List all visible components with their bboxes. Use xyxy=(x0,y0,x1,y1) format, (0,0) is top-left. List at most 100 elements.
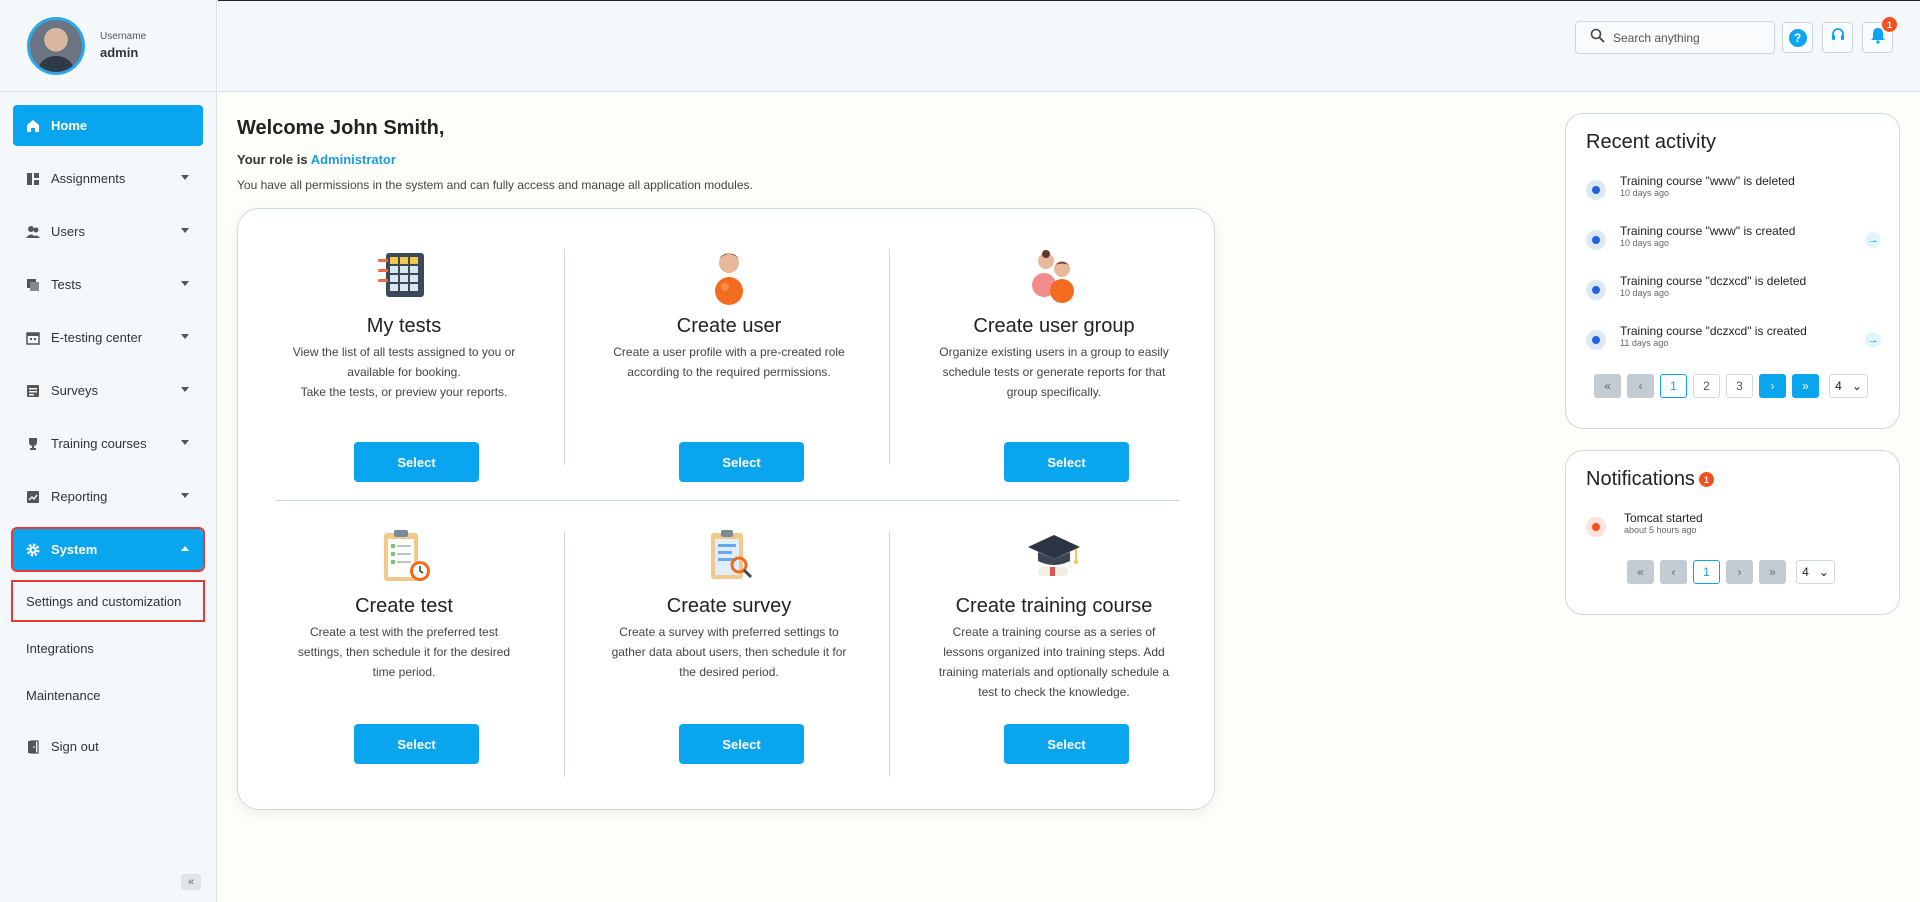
page-size-select[interactable]: 4 ⌄ xyxy=(1829,374,1868,398)
sidebar-item-training-courses[interactable]: Training courses xyxy=(13,423,203,464)
last-page-button[interactable]: » xyxy=(1759,560,1786,584)
divider xyxy=(564,249,565,465)
notification-item: Tomcat started about 5 hours ago xyxy=(1586,511,1881,551)
survey-clipboard-icon xyxy=(699,527,759,587)
arrow-right-icon[interactable]: → xyxy=(1865,232,1881,248)
card-description: View the list of all tests assigned to y… xyxy=(292,345,516,399)
clipboard-test-icon xyxy=(374,527,434,587)
sidebar-item-label: Training courses xyxy=(51,436,147,451)
gear-icon xyxy=(25,542,41,558)
card-description: Create a training course as a series of … xyxy=(938,625,1170,699)
card-create-test: Create test Create a test with the prefe… xyxy=(254,527,554,777)
sidebar-item-label: Users xyxy=(51,224,85,239)
next-page-button[interactable]: › xyxy=(1759,374,1786,398)
chevron-up-icon xyxy=(181,546,189,551)
search-box[interactable] xyxy=(1575,21,1775,54)
sidebar-item-label: Assignments xyxy=(51,171,126,186)
sidebar-item-reporting[interactable]: Reporting xyxy=(13,476,203,517)
permissions-text: You have all permissions in the system a… xyxy=(237,178,753,192)
select-create-training-course-button[interactable]: Select xyxy=(1004,724,1129,764)
select-create-test-button[interactable]: Select xyxy=(354,724,479,764)
reporting-icon xyxy=(25,489,41,505)
notification-count-badge: 1 xyxy=(1882,17,1897,32)
status-dot-icon xyxy=(1586,230,1606,250)
page-button[interactable]: 3 xyxy=(1726,374,1753,398)
select-create-user-button[interactable]: Select xyxy=(679,442,804,482)
activity-item: Training course "www" is deleted 10 days… xyxy=(1586,174,1881,214)
notifications-pagination: « ‹ 1 › » 4 ⌄ xyxy=(1627,560,1835,584)
card-create-survey: Create survey Create a survey with prefe… xyxy=(579,527,879,777)
sidebar-item-system[interactable]: System xyxy=(11,527,205,572)
card-title: Create user xyxy=(676,315,782,337)
select-create-survey-button[interactable]: Select xyxy=(679,724,804,764)
username-label: Username xyxy=(100,31,147,42)
calendar-icon xyxy=(25,330,41,346)
status-dot-icon xyxy=(1586,280,1606,300)
notifications-button[interactable]: 1 xyxy=(1862,17,1897,53)
card-description: Create a user profile with a pre-created… xyxy=(613,345,845,379)
subnav-maintenance[interactable]: Maintenance xyxy=(13,676,203,714)
notification-count-badge: 1 xyxy=(1698,472,1714,488)
double-chevron-left-icon: « xyxy=(187,876,195,888)
search-input[interactable] xyxy=(1613,30,1763,45)
role-line: Your role is Administrator xyxy=(237,152,396,167)
chevron-down-icon xyxy=(181,493,189,498)
sign-out-icon xyxy=(25,739,41,755)
card-title: Create user group xyxy=(973,315,1135,337)
chevron-down-icon xyxy=(181,175,189,180)
card-description: Create a survey with preferred settings … xyxy=(611,625,847,679)
sidebar-item-etesting-center[interactable]: E-testing center xyxy=(13,317,203,358)
card-create-user: Create user Create a user profile with a… xyxy=(579,247,879,482)
top-header: ? 1 xyxy=(218,0,1920,92)
sidebar-item-users[interactable]: Users xyxy=(13,211,203,252)
sidebar-item-home[interactable]: Home xyxy=(13,105,203,146)
sidebar-item-surveys[interactable]: Surveys xyxy=(13,370,203,411)
search-icon xyxy=(1590,28,1605,48)
card-title: Create survey xyxy=(666,595,792,617)
arrow-right-icon[interactable]: → xyxy=(1865,332,1881,348)
prev-page-button[interactable]: ‹ xyxy=(1627,374,1654,398)
collapse-sidebar-button[interactable]: « xyxy=(181,874,201,890)
chevron-down-icon xyxy=(181,281,189,286)
chevron-down-icon xyxy=(181,387,189,392)
user-profile[interactable]: Username admin xyxy=(0,0,216,92)
recent-pagination: « ‹ 1 2 3 › » 4 ⌄ xyxy=(1594,374,1868,398)
first-page-button[interactable]: « xyxy=(1594,374,1621,398)
first-page-button[interactable]: « xyxy=(1627,560,1654,584)
divider xyxy=(889,531,890,777)
card-title: My tests xyxy=(366,315,442,337)
last-page-button[interactable]: » xyxy=(1792,374,1819,398)
welcome-heading: Welcome John Smith, xyxy=(237,117,445,139)
activity-item: Training course "www" is created 10 days… xyxy=(1586,224,1881,264)
prev-page-button[interactable]: ‹ xyxy=(1660,560,1687,584)
activity-item: Training course "dczxcd" is created 11 d… xyxy=(1586,324,1881,364)
next-page-button[interactable]: › xyxy=(1726,560,1753,584)
sidebar-item-assignments[interactable]: Assignments xyxy=(13,158,203,199)
tests-icon xyxy=(25,277,41,293)
divider xyxy=(564,531,565,777)
sidebar: Username admin Home Assignments Users Te… xyxy=(0,0,217,902)
subnav-integrations[interactable]: Integrations xyxy=(13,629,203,667)
divider xyxy=(889,249,890,465)
notifications-panel: Notifications 1 Tomcat started about 5 ho… xyxy=(1565,450,1900,615)
status-dot-icon xyxy=(1586,517,1606,537)
home-icon xyxy=(25,118,41,134)
subnav-settings-customization[interactable]: Settings and customization xyxy=(11,580,205,622)
sidebar-item-tests[interactable]: Tests xyxy=(13,264,203,305)
activity-item: Training course "dczxcd" is deleted 10 d… xyxy=(1586,274,1881,314)
support-button[interactable] xyxy=(1822,22,1853,53)
page-button[interactable]: 1 xyxy=(1660,374,1687,398)
select-create-user-group-button[interactable]: Select xyxy=(1004,442,1129,482)
graduation-cap-icon xyxy=(1024,527,1084,587)
page-button[interactable]: 1 xyxy=(1693,560,1720,584)
card-description: Organize existing users in a group to ea… xyxy=(939,345,1169,399)
chevron-down-icon xyxy=(181,440,189,445)
select-my-tests-button[interactable]: Select xyxy=(354,442,479,482)
sign-out-button[interactable]: Sign out xyxy=(13,726,203,767)
page-button[interactable]: 2 xyxy=(1693,374,1720,398)
help-button[interactable]: ? xyxy=(1782,22,1813,53)
chevron-down-icon xyxy=(181,228,189,233)
help-icon: ? xyxy=(1788,28,1807,47)
user-group-icon xyxy=(1024,247,1084,307)
page-size-select[interactable]: 4 ⌄ xyxy=(1796,560,1835,584)
